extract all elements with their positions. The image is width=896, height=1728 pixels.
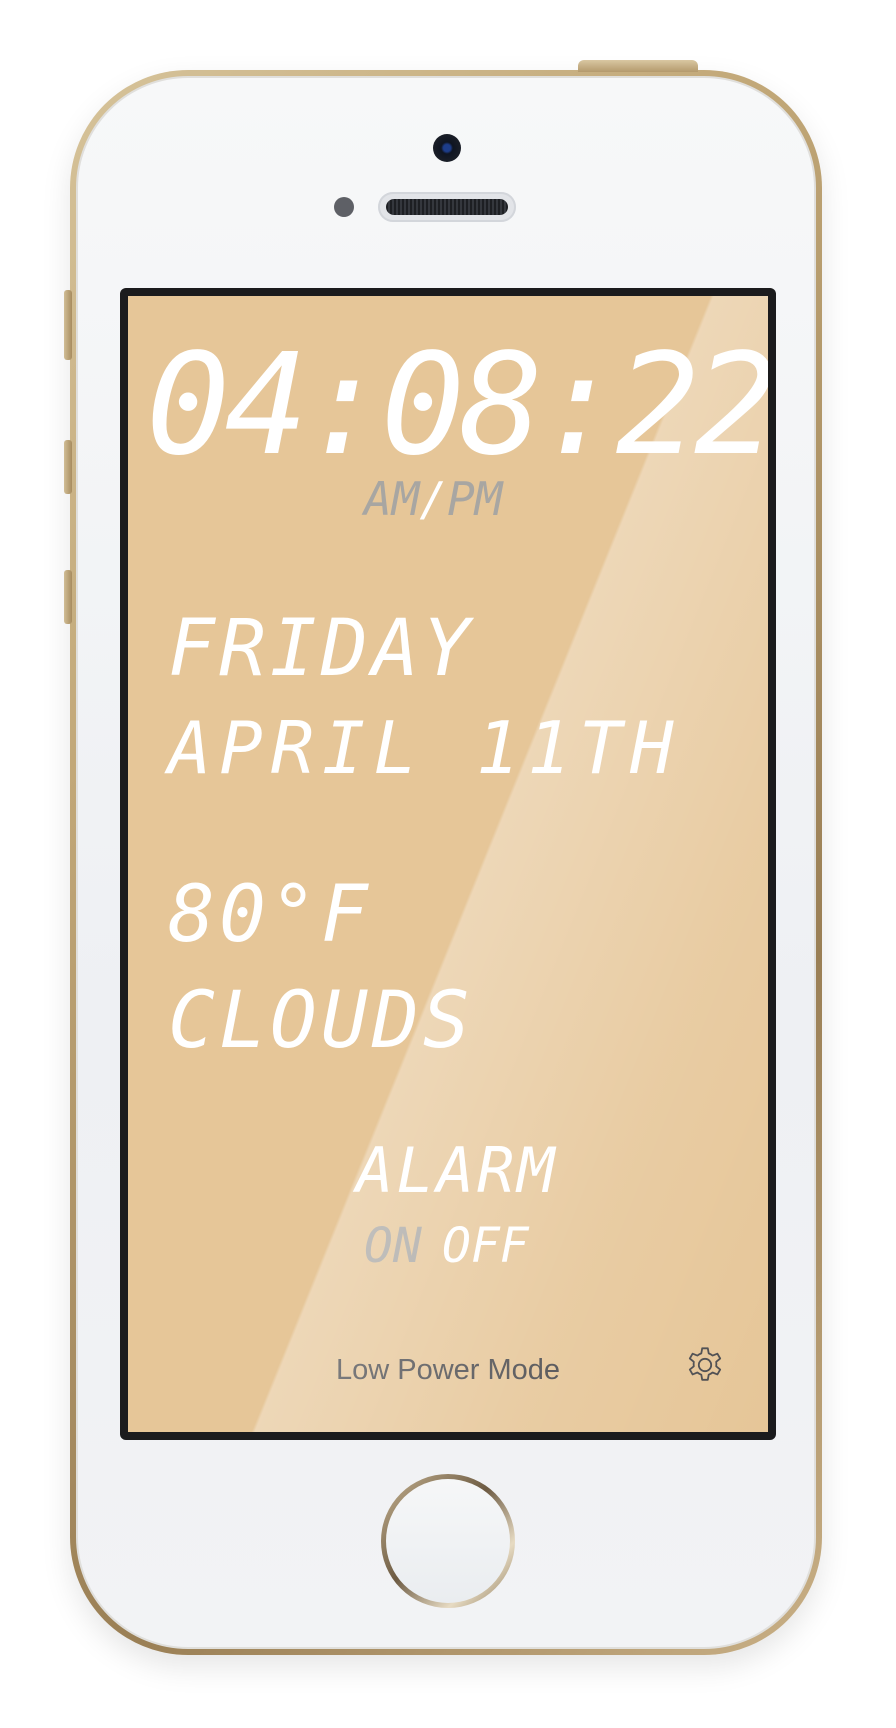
volume-up-button bbox=[64, 440, 72, 494]
app-screen: 04:08:22 AM/PM FRIDAY APRIL 11TH 80°F CL… bbox=[128, 296, 768, 1432]
front-camera bbox=[433, 134, 461, 162]
alarm-on-toggle[interactable]: ON bbox=[364, 1222, 422, 1270]
am-label[interactable]: AM bbox=[364, 472, 419, 526]
am-pm-indicator[interactable]: AM/PM bbox=[364, 476, 502, 522]
low-power-mode-button[interactable]: Low Power Mode bbox=[128, 1354, 768, 1387]
home-button[interactable] bbox=[381, 1474, 515, 1608]
weather-condition-text: CLOUDS bbox=[168, 976, 474, 1066]
earpiece-speaker bbox=[378, 192, 516, 222]
am-pm-separator: / bbox=[419, 472, 448, 526]
clock-time: 04:08:22 bbox=[146, 324, 768, 487]
weekday-text: FRIDAY bbox=[168, 604, 474, 694]
volume-down-button bbox=[64, 570, 72, 624]
gear-icon[interactable] bbox=[682, 1342, 728, 1388]
proximity-sensor bbox=[334, 197, 354, 217]
sleep-wake-button bbox=[578, 60, 698, 72]
alarm-off-toggle[interactable]: OFF bbox=[442, 1222, 529, 1270]
date-text: APRIL 11TH bbox=[168, 706, 682, 790]
temperature-text: 80°F bbox=[168, 870, 372, 960]
mute-switch bbox=[64, 290, 72, 360]
alarm-label: ALARM bbox=[356, 1134, 558, 1207]
pm-label[interactable]: PM bbox=[447, 472, 502, 526]
